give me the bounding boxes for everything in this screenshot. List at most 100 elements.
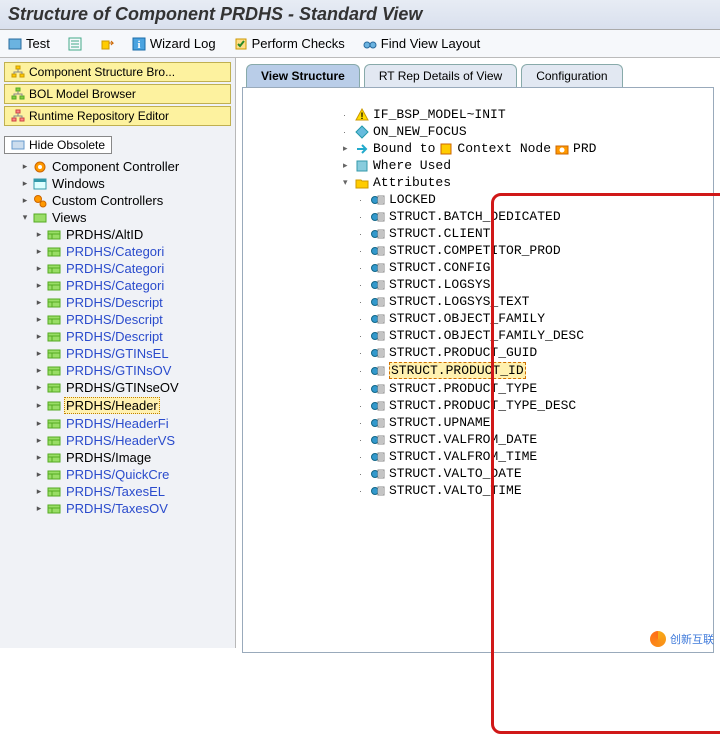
expander-icon[interactable]: ▸ (34, 487, 44, 497)
wizard-log-button[interactable]: i Wizard Log (132, 36, 216, 51)
attribute-item[interactable]: ·STRUCT.CLIENT (359, 225, 707, 242)
tab-configuration[interactable]: Configuration (521, 64, 622, 87)
tree-node-whereused[interactable]: ▸ Where Used (343, 157, 707, 174)
expander-icon[interactable]: ▸ (34, 230, 44, 240)
tree-view-item[interactable]: ▸PRDHS/QuickCre (6, 466, 235, 483)
hide-obsolete-button[interactable]: Hide Obsolete (4, 136, 112, 154)
export-icon[interactable] (100, 37, 114, 51)
tab-view-structure[interactable]: View Structure (246, 64, 360, 87)
tree-node-views[interactable]: ▾ Views (6, 209, 235, 226)
tree-view-item[interactable]: ▸PRDHS/GTINsEL (6, 345, 235, 362)
expander-collapse-icon[interactable]: ▾ (20, 213, 30, 223)
tree-view-item[interactable]: ▸PRDHS/Categori (6, 277, 235, 294)
find-view-layout-button[interactable]: Find View Layout (363, 36, 481, 51)
node-label: Bound to (373, 141, 435, 156)
attribute-item[interactable]: ·STRUCT.OBJECT_FAMILY_DESC (359, 327, 707, 344)
attribute-item[interactable]: ·STRUCT.VALTO_TIME (359, 482, 707, 499)
bullet-icon: · (359, 280, 367, 290)
tree-node-attributes[interactable]: ▾ Attributes (343, 174, 707, 191)
expander-icon[interactable]: ▸ (34, 453, 44, 463)
tab-rt-rep[interactable]: RT Rep Details of View (364, 64, 517, 87)
tree-view-item[interactable]: ▸PRDHS/TaxesOV (6, 500, 235, 517)
expander-collapse-icon[interactable]: ▾ (343, 177, 351, 188)
tree-node-windows[interactable]: ▸ Windows (6, 175, 235, 192)
expander-icon[interactable]: ▸ (34, 401, 44, 411)
tree-label: PRDHS/HeaderFi (64, 416, 171, 431)
bullet-icon: · (359, 401, 367, 411)
tree-label: PRDHS/Descript (64, 329, 165, 344)
tree-view-item[interactable]: ▸ PRDHS/GTINseOV (6, 379, 235, 396)
expander-icon[interactable]: ▸ (34, 247, 44, 257)
attribute-item[interactable]: ·STRUCT.VALFROM_TIME (359, 448, 707, 465)
tree-view-item[interactable]: ▸PRDHS/TaxesEL (6, 483, 235, 500)
views-icon (33, 211, 47, 225)
attribute-item[interactable]: ·STRUCT.OBJECT_FAMILY (359, 310, 707, 327)
tree-view-item[interactable]: ▸ PRDHS/Descript (6, 328, 235, 345)
component-structure-button[interactable]: Component Structure Bro... (4, 62, 231, 82)
expander-icon[interactable]: ▸ (34, 332, 44, 342)
tree-view-item[interactable]: ▸PRDHS/AltID (6, 226, 235, 243)
expander-icon[interactable]: ▸ (34, 315, 44, 325)
test-button[interactable]: Test (8, 36, 50, 51)
tree-view-item[interactable]: ▸PRDHS/Descript (6, 294, 235, 311)
tree-node-ifbsp[interactable]: · ! IF_BSP_MODEL~INIT (343, 106, 707, 123)
expander-icon[interactable]: ▸ (34, 436, 44, 446)
view-icon (47, 296, 61, 310)
expander-icon[interactable]: ▸ (343, 143, 351, 154)
attribute-item[interactable]: ·STRUCT.PRODUCT_TYPE (359, 380, 707, 397)
expander-icon[interactable]: ▸ (34, 366, 44, 376)
tree-view-item[interactable]: ▸ PRDHS/HeaderFi (6, 415, 235, 432)
bol-model-button[interactable]: BOL Model Browser (4, 84, 231, 104)
expander-icon[interactable]: ▸ (34, 419, 44, 429)
expander-icon[interactable]: ▸ (34, 383, 44, 393)
expander-icon[interactable]: ▸ (34, 504, 44, 514)
expander-icon[interactable]: ▸ (34, 349, 44, 359)
attribute-icon (371, 278, 385, 292)
tree-view-item[interactable]: ▸PRDHS/Descript (6, 311, 235, 328)
attribute-item[interactable]: ·STRUCT.LOGSYS (359, 276, 707, 293)
attribute-icon (371, 484, 385, 498)
window-title: Structure of Component PRDHS - Standard … (0, 0, 720, 30)
expander-icon[interactable]: ▸ (20, 179, 30, 189)
attribute-icon (371, 364, 385, 378)
svg-text:!: ! (361, 111, 364, 121)
attribute-item[interactable]: ·STRUCT.LOGSYS_TEXT (359, 293, 707, 310)
tree-node-custom-controllers[interactable]: ▸ Custom Controllers (6, 192, 235, 209)
gears-icon (33, 194, 47, 208)
attribute-item[interactable]: ·STRUCT.CONFIG (359, 259, 707, 276)
tree-view-item[interactable]: ▸PRDHS/Categori (6, 260, 235, 277)
expander-icon[interactable]: ▸ (34, 281, 44, 291)
tree-view-item[interactable]: ▸PRDHS/Categori (6, 243, 235, 260)
attribute-item[interactable]: ·STRUCT.BATCH_DEDICATED (359, 208, 707, 225)
attribute-item[interactable]: ·LOCKED (359, 191, 707, 208)
tree-view-item[interactable]: ▸PRDHS/HeaderVS (6, 432, 235, 449)
tree-node-component-controller[interactable]: ▸ Component Controller (6, 158, 235, 175)
form-icon[interactable] (68, 37, 82, 51)
attribute-item[interactable]: ·STRUCT.UPNAME (359, 414, 707, 431)
tree-view-item[interactable]: ▸PRDHS/Header (6, 396, 235, 415)
tree-label: PRDHS/GTINseOV (64, 380, 181, 395)
expander-icon[interactable]: ▸ (34, 470, 44, 480)
expander-icon[interactable]: ▸ (34, 298, 44, 308)
bol-model-label: BOL Model Browser (29, 87, 136, 101)
attribute-item[interactable]: ·STRUCT.PRODUCT_GUID (359, 344, 707, 361)
expander-icon[interactable]: ▸ (34, 264, 44, 274)
runtime-repo-button[interactable]: Runtime Repository Editor (4, 106, 231, 126)
attribute-item[interactable]: ·STRUCT.PRODUCT_ID (359, 361, 707, 380)
expander-icon[interactable]: ▸ (343, 160, 351, 171)
view-icon (47, 485, 61, 499)
tree-view-item[interactable]: ▸PRDHS/GTINsOV (6, 362, 235, 379)
perform-checks-button[interactable]: Perform Checks (234, 36, 345, 51)
attribute-item[interactable]: ·STRUCT.VALFROM_DATE (359, 431, 707, 448)
bullet-icon: · (359, 297, 367, 307)
navigation-tree: ▸ Component Controller ▸ Windows ▸ Custo… (0, 156, 235, 525)
tree-node-boundto[interactable]: ▸ Bound to Context Node PRD (343, 140, 707, 157)
attribute-item[interactable]: ·STRUCT.COMPETITOR_PROD (359, 242, 707, 259)
expander-icon[interactable]: ▸ (20, 196, 30, 206)
bullet-icon: · (359, 212, 367, 222)
tree-view-item[interactable]: ▸PRDHS/Image (6, 449, 235, 466)
attribute-item[interactable]: ·STRUCT.PRODUCT_TYPE_DESC (359, 397, 707, 414)
attribute-item[interactable]: ·STRUCT.VALTO_DATE (359, 465, 707, 482)
tree-node-onnewfocus[interactable]: · ON_NEW_FOCUS (343, 123, 707, 140)
expander-icon[interactable]: ▸ (20, 162, 30, 172)
